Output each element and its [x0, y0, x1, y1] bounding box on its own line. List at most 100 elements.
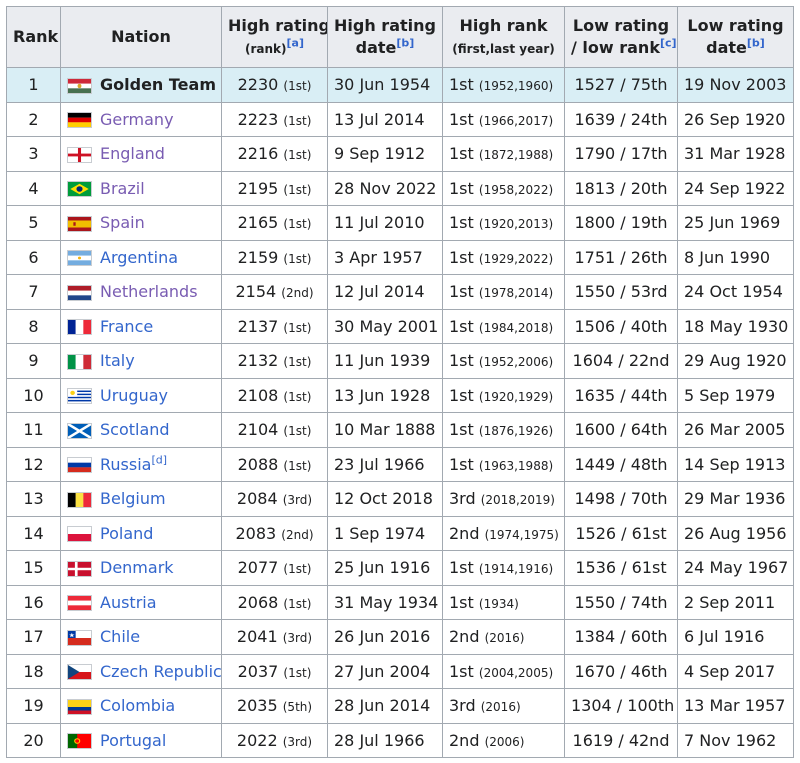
low-rating-value: 1600 / 64th — [574, 420, 668, 440]
low-rating-value: 1751 / 26th — [574, 247, 668, 267]
nation-link[interactable]: Scotland — [100, 420, 170, 439]
high-rank-cell: 1st (1984,2018) — [442, 308, 565, 344]
high-rank-years: (2016) — [484, 631, 525, 646]
nation-link[interactable]: Poland — [100, 524, 153, 543]
low-rating-value: 1449 / 48th — [574, 454, 668, 474]
nation-link[interactable]: Germany — [100, 110, 174, 129]
high-rank-value: 1st — [449, 454, 474, 474]
footnote-b2-link[interactable]: [b] — [747, 37, 765, 50]
nation-link[interactable]: Chile — [100, 627, 140, 646]
nation-link[interactable]: Portugal — [100, 731, 166, 750]
nation-link[interactable]: Russia — [100, 455, 151, 474]
rank-value: 8 — [28, 316, 39, 336]
high-rank-cell: 3rd (2018,2019) — [442, 481, 565, 517]
high-rating-cell: 2230 (1st) — [221, 67, 328, 103]
low-rating-cell: 1527 / 75th — [564, 67, 678, 103]
rank-value: 3 — [28, 144, 39, 164]
table-row: 10 Uruguay 2108 (1st) 13 Jun 1928 1st (1920,… — [6, 377, 794, 413]
header-low-rating[interactable]: Low rating / low rank[c] — [564, 6, 678, 68]
header-high-rank-sub: (first,last year) — [452, 41, 555, 56]
high-rating-rank: (1st) — [283, 665, 312, 680]
high-rank-years: (1952,1960) — [478, 79, 554, 94]
low-rating-date-cell: 13 Mar 1957 — [677, 688, 794, 724]
high-rank-cell: 1st (1914,1916) — [442, 550, 565, 586]
high-rank-cell: 1st (1920,2013) — [442, 205, 565, 241]
nation-link[interactable]: France — [100, 317, 153, 336]
table-row: 19 Colombia 2035 (5th) 28 Jun 2014 3rd (2016… — [6, 688, 794, 724]
low-rating-date-cell: 6 Jul 1916 — [677, 619, 794, 655]
nation-cell: Brazil — [60, 170, 222, 206]
low-rating-date-cell: 24 May 1967 — [677, 550, 794, 586]
nation-link[interactable]: Austria — [100, 593, 157, 612]
low-rating-date-value: 13 Mar 1957 — [684, 696, 786, 716]
high-rank-value: 2nd — [449, 730, 480, 750]
rank-cell: 17 — [6, 619, 61, 655]
high-rating-value: 2088 — [237, 454, 279, 474]
high-rank-cell: 1st (2004,2005) — [442, 653, 565, 689]
high-rank-cell: 1st (1966,2017) — [442, 101, 565, 137]
low-rating-cell: 1751 / 26th — [564, 239, 678, 275]
high-rating-date-cell: 1 Sep 1974 — [327, 515, 443, 551]
nation-link[interactable]: Brazil — [100, 179, 145, 198]
low-rating-date-cell: 19 Nov 2003 — [677, 67, 794, 103]
header-nation[interactable]: Nation — [60, 6, 222, 68]
nation-cell: Scotland — [60, 412, 222, 448]
denmark-flag-icon — [67, 560, 92, 577]
nation-link[interactable]: Colombia — [100, 696, 175, 715]
high-rating-value: 2104 — [237, 420, 279, 440]
nation-link[interactable]: Italy — [100, 351, 135, 370]
nation-link[interactable]: Netherlands — [100, 282, 198, 301]
low-rating-date-value: 19 Nov 2003 — [684, 75, 787, 95]
rank-cell: 18 — [6, 653, 61, 689]
nation-link[interactable]: Denmark — [100, 558, 174, 577]
low-rating-value: 1800 / 19th — [574, 213, 668, 233]
rank-value: 2 — [28, 109, 39, 129]
header-rank[interactable]: Rank — [6, 6, 61, 68]
low-rating-value: 1384 / 60th — [574, 627, 668, 647]
rank-value: 9 — [28, 351, 39, 371]
high-rank-value: 1st — [449, 316, 474, 336]
nation-link[interactable]: England — [100, 144, 165, 163]
high-rank-cell: 2nd (1974,1975) — [442, 515, 565, 551]
high-rank-years: (1872,1988) — [478, 148, 554, 163]
header-high-rating-date[interactable]: High rating date[b] — [327, 6, 443, 68]
high-rating-cell: 2132 (1st) — [221, 343, 328, 379]
high-rating-date-cell: 13 Jul 2014 — [327, 101, 443, 137]
nation-link[interactable]: Czech Republic — [100, 662, 221, 681]
header-high-rank[interactable]: High rank (first,last year) — [442, 6, 565, 68]
footnote-d-link[interactable]: [d] — [151, 453, 167, 466]
header-high-rating[interactable]: High rating (rank)[a] — [221, 6, 328, 68]
high-rank-years: (2006) — [484, 734, 525, 749]
high-rank-cell: 1st (1876,1926) — [442, 412, 565, 448]
high-rating-rank: (1st) — [283, 458, 312, 473]
high-rating-rank: (1st) — [283, 320, 312, 335]
high-rank-value: 1st — [449, 661, 474, 681]
header-high-rating-label: High rating — [228, 15, 328, 35]
nation-link[interactable]: Argentina — [100, 248, 178, 267]
nation-link[interactable]: Belgium — [100, 489, 166, 508]
footnote-b-link[interactable]: [b] — [396, 37, 414, 50]
nation-cell: France — [60, 308, 222, 344]
belgium-flag-icon — [67, 491, 92, 508]
table-row: 15 Denmark 2077 (1st) 25 Jun 1916 1st (1914,… — [6, 550, 794, 586]
footnote-a-link[interactable]: [a] — [287, 36, 304, 49]
high-rating-date-value: 31 May 1934 — [334, 592, 439, 612]
high-rating-rank: (1st) — [283, 355, 312, 370]
france-flag-icon — [67, 319, 92, 336]
low-rating-date-cell: 25 Jun 1969 — [677, 205, 794, 241]
nation-cell: Portugal — [60, 722, 222, 758]
low-rating-date-value: 24 Sep 1922 — [684, 178, 786, 198]
high-rating-cell: 2216 (1st) — [221, 136, 328, 172]
nation-link[interactable]: Spain — [100, 213, 145, 232]
high-rating-rank: (2nd) — [281, 286, 314, 301]
high-rating-date-value: 25 Jun 1916 — [334, 558, 431, 578]
footnote-c-link[interactable]: [c] — [660, 37, 677, 50]
table-row: 12 Russia[d] 2088 (1st) 23 Jul 1966 1st (196… — [6, 446, 794, 482]
table-row: 11 Scotland 2104 (1st) 10 Mar 1888 1st (1876… — [6, 412, 794, 448]
high-rating-value: 2137 — [237, 316, 279, 336]
table-row: 5 Spain 2165 (1st) 11 Jul 2010 1st (1920,201… — [6, 205, 794, 241]
header-low-rating-date[interactable]: Low rating date[b] — [677, 6, 794, 68]
nation-link[interactable]: Uruguay — [100, 386, 168, 405]
low-rating-value: 1813 / 20th — [574, 178, 668, 198]
high-rating-rank: (5th) — [282, 700, 313, 715]
